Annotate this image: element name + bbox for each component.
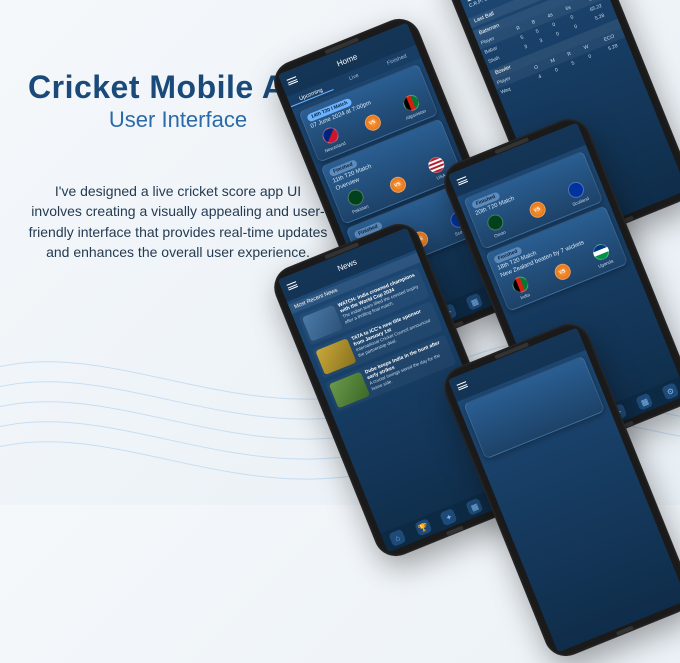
calendar-icon[interactable]: ▦ [465,293,483,311]
news-thumbnail [315,338,356,375]
vs-icon: VS [552,261,573,282]
hero-description: I've designed a live cricket score app U… [28,181,328,262]
score-icon[interactable]: ✦ [440,508,458,526]
vs-icon: VS [362,112,383,133]
gear-icon[interactable]: ⚙ [661,382,679,400]
screen-title: News [336,257,358,273]
news-thumbnail [302,305,343,342]
hamburger-icon[interactable] [457,176,469,185]
home-icon[interactable]: ⌂ [388,529,406,547]
hamburger-icon[interactable] [457,381,469,390]
screen-title: Home [335,52,358,68]
calendar-icon[interactable]: ▦ [635,393,653,411]
news-thumbnail [329,372,370,409]
hamburger-icon[interactable] [287,281,299,290]
trophy-icon[interactable]: 🏆 [414,518,432,536]
hamburger-icon[interactable] [287,76,299,85]
vs-icon: VS [387,174,408,195]
hero-subtitle: User Interface [28,107,328,133]
vs-icon: VS [527,199,548,220]
calendar-icon[interactable]: ▦ [465,498,483,516]
